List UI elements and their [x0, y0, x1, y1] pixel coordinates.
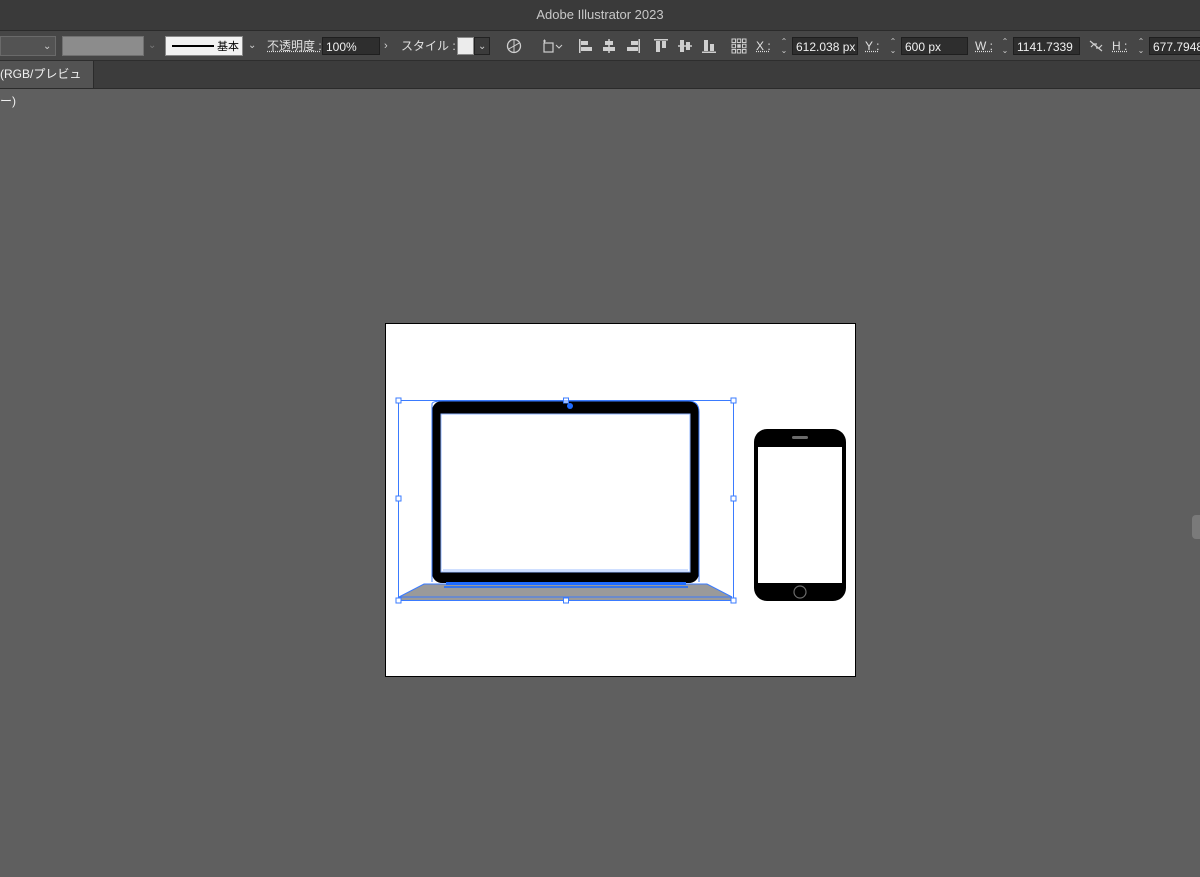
- recolor-artwork-icon[interactable]: [506, 38, 522, 54]
- document-tab-label: (RGB/プレビュー): [0, 67, 82, 108]
- align-to-selection-icon[interactable]: [542, 38, 564, 54]
- opacity-label[interactable]: 不透明度 :: [267, 36, 322, 56]
- w-stepper[interactable]: ⌃ ⌄: [1000, 37, 1010, 55]
- chevron-down-icon[interactable]: ⌄: [248, 36, 256, 56]
- constrain-proportions-icon[interactable]: [1089, 38, 1103, 54]
- graphic-style-dropdown[interactable]: ⌄: [474, 37, 490, 55]
- x-stepper[interactable]: ⌃ ⌄: [779, 37, 789, 55]
- control-bar: ⌄ ⌄ 基本 ⌄ 不透明度 : 100% › スタイル : ⌄ X: ⌃ ⌄ …: [0, 30, 1200, 61]
- align-vertical-center-icon[interactable]: [677, 38, 693, 54]
- vertical-scrollbar[interactable]: [1192, 515, 1200, 539]
- chevron-down-icon: ⌄: [478, 41, 487, 52]
- app-title: Adobe Illustrator 2023: [536, 7, 664, 22]
- h-stepper[interactable]: ⌃ ⌄: [1136, 37, 1146, 55]
- stroke-profile-dropdown[interactable]: 基本: [165, 36, 243, 56]
- chevron-down-icon: ⌄: [148, 40, 157, 51]
- document-tab[interactable]: (RGB/プレビュー): [0, 61, 94, 108]
- graphic-style-swatch[interactable]: [457, 37, 474, 55]
- align-right-icon[interactable]: [625, 38, 641, 54]
- y-input[interactable]: 600 px: [901, 37, 968, 55]
- artboard[interactable]: [385, 323, 856, 677]
- h-input[interactable]: 677.7948: [1149, 37, 1200, 55]
- x-input[interactable]: 612.038 px: [792, 37, 858, 55]
- x-label[interactable]: X :: [756, 36, 771, 56]
- chevron-down-icon: ⌄: [43, 41, 52, 52]
- y-stepper[interactable]: ⌃ ⌄: [888, 37, 898, 55]
- stroke-profile-label: 基本: [217, 41, 239, 53]
- reference-point-icon[interactable]: [731, 38, 747, 54]
- w-label[interactable]: W :: [975, 36, 993, 56]
- chevron-right-icon[interactable]: ›: [384, 36, 388, 56]
- app-titlebar: Adobe Illustrator 2023: [0, 0, 1200, 30]
- stroke-color-swatch[interactable]: [62, 36, 144, 56]
- align-top-icon[interactable]: [653, 38, 669, 54]
- style-label: スタイル :: [401, 39, 456, 53]
- smartphone-illustration[interactable]: [754, 429, 846, 601]
- y-label[interactable]: Y :: [865, 36, 879, 56]
- align-horizontal-center-icon[interactable]: [601, 38, 617, 54]
- opacity-input[interactable]: 100%: [322, 37, 380, 55]
- h-label[interactable]: H :: [1112, 36, 1127, 56]
- align-bottom-icon[interactable]: [701, 38, 717, 54]
- align-left-icon[interactable]: [578, 38, 594, 54]
- artwork: [395, 397, 846, 604]
- fill-dropdown[interactable]: ⌄: [0, 36, 56, 56]
- laptop-illustration[interactable]: [398, 401, 733, 600]
- stroke-line-preview: [172, 45, 214, 47]
- document-tab-bar: (RGB/プレビュー): [0, 61, 1200, 108]
- w-input[interactable]: 1141.7339: [1013, 37, 1080, 55]
